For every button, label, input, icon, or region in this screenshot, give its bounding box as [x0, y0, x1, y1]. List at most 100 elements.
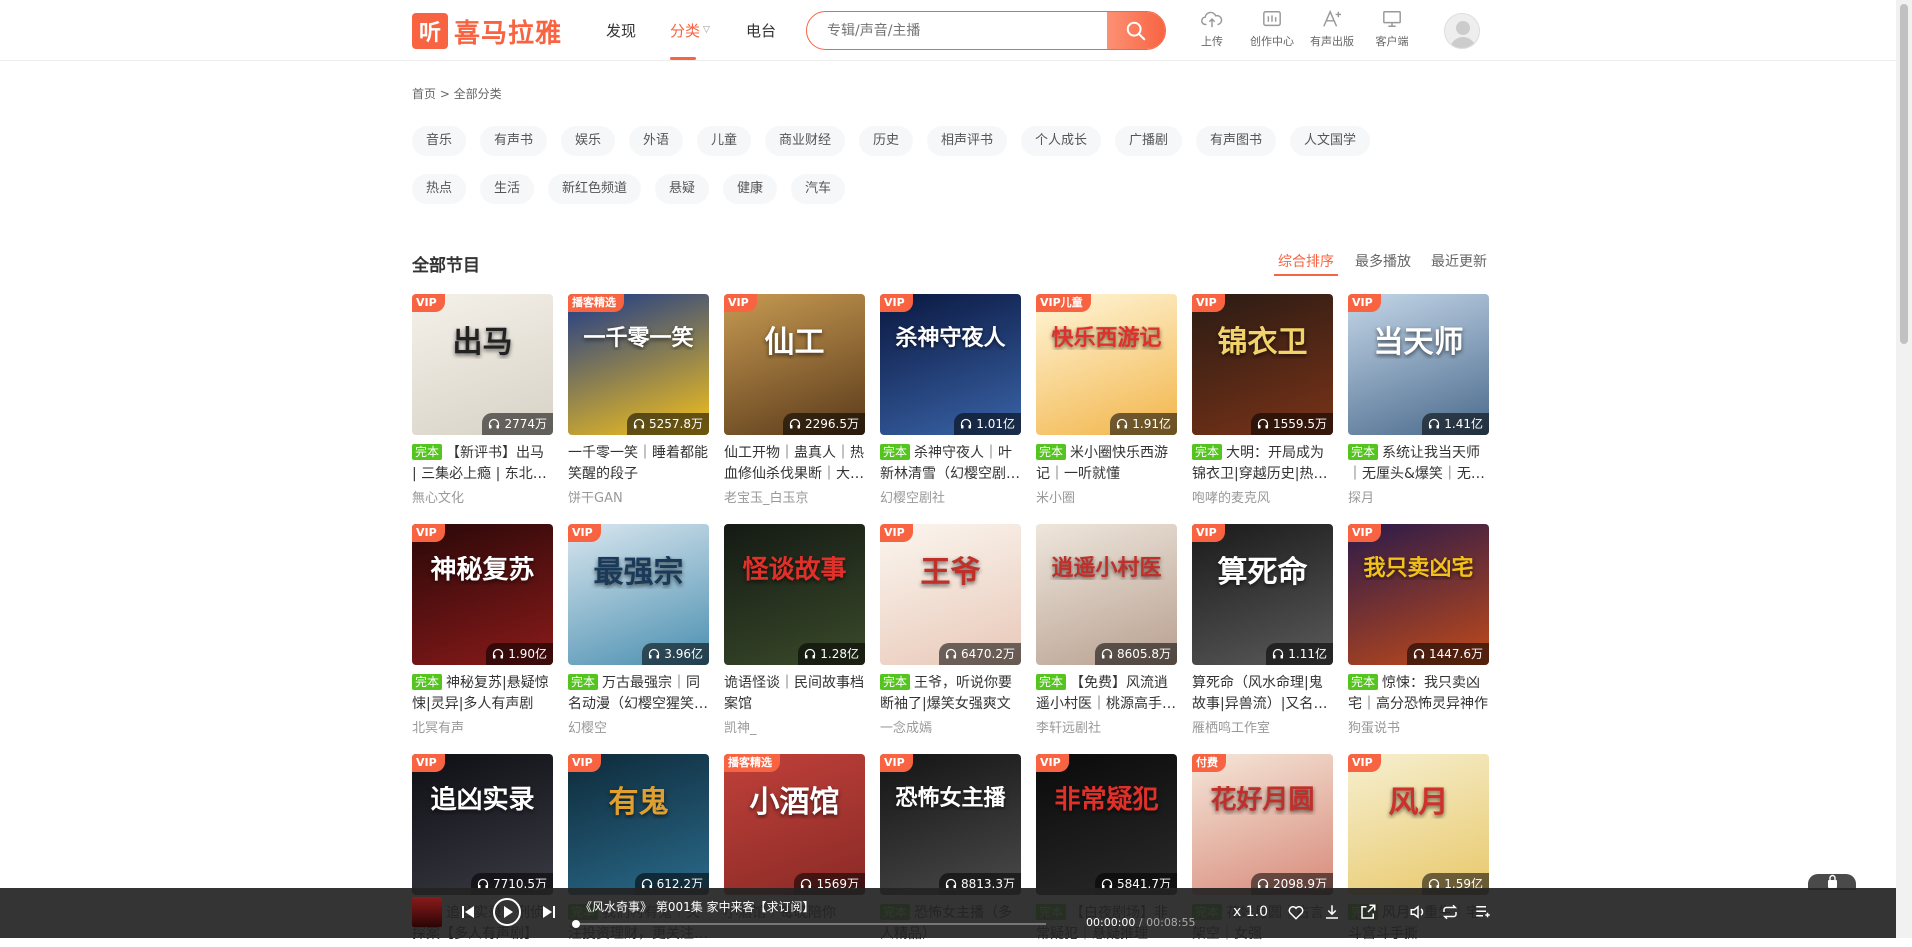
heart-icon[interactable]	[1287, 903, 1305, 921]
category-tag[interactable]: 相声评书	[927, 126, 1008, 156]
album-cover[interactable]: 我只卖凶宅 VIP 1447.6万	[1348, 524, 1489, 665]
album-cover[interactable]: 恐怖女主播 VIP 8813.3万	[880, 754, 1021, 895]
album-cover[interactable]: 怪谈故事 1.28亿	[724, 524, 865, 665]
album-author[interactable]: 北冥有声	[412, 717, 553, 736]
album-cover[interactable]: 锦衣卫 VIP 1559.5万	[1192, 294, 1333, 435]
playback-speed[interactable]: x 1.0	[1233, 904, 1268, 920]
album-card[interactable]: 杀神守夜人 VIP 1.01亿完本杀神守夜人｜叶新林清雪（幻樱空剧社） 幻樱空剧社	[880, 294, 1021, 506]
category-tag[interactable]: 汽车	[791, 174, 846, 204]
album-title[interactable]: 完本 神秘复苏|悬疑惊悚|灵异|多人有声剧	[412, 673, 553, 715]
album-cover[interactable]: 花好月圆 付费 2098.9万	[1192, 754, 1333, 895]
category-tag[interactable]: 人文国学	[1290, 126, 1371, 156]
search-input[interactable]	[807, 12, 1107, 49]
album-cover[interactable]: 快乐西游记 VIP儿童 1.91亿	[1036, 294, 1177, 435]
category-tag[interactable]: 生活	[480, 174, 535, 204]
album-author[interactable]: 幻樱空	[568, 717, 709, 736]
album-card[interactable]: 锦衣卫 VIP 1559.5万完本大明：开局成为锦衣卫|穿越历史|热血权谋咆哮的麦克…	[1192, 294, 1333, 506]
category-tag[interactable]: 儿童	[697, 126, 752, 156]
album-author[interactable]: 狗蛋说书	[1348, 717, 1489, 736]
album-title[interactable]: 完本系统让我当天师｜无厘头&爆笑｜无敌天师	[1348, 443, 1489, 485]
album-author[interactable]: 一念成嫣	[880, 717, 1021, 736]
album-title[interactable]: 一千零一笑｜睡着都能笑醒的段子	[568, 443, 709, 485]
album-author[interactable]: 凯神_	[724, 717, 865, 736]
album-card[interactable]: 仙工 VIP 2296.5万仙工开物｜蛊真人｜热血修仙杀伐果断｜大神力作老宝玉_白玉…	[724, 294, 865, 506]
site-logo[interactable]: 听 喜马拉雅	[412, 13, 562, 49]
category-tag[interactable]: 历史	[859, 126, 914, 156]
search-button[interactable]	[1107, 12, 1165, 49]
progress-bar[interactable]	[572, 920, 1046, 928]
album-card[interactable]: 最强宗 VIP 3.96亿完本万古最强宗｜同名动漫（幻樱空猩笑版） 幻樱空	[568, 524, 709, 736]
playlist-icon[interactable]	[1474, 903, 1492, 921]
album-author[interactable]: 米小圈	[1036, 487, 1177, 506]
album-cover[interactable]: 非常疑犯 VIP 5841.7万	[1036, 754, 1177, 895]
album-author[interactable]: 無心文化	[412, 487, 553, 506]
sort-most-played[interactable]: 最多播放	[1355, 251, 1411, 271]
category-tag[interactable]: 有声书	[480, 126, 548, 156]
album-card[interactable]: 算死命 VIP 1.11亿算死命（风水命理|鬼故事|异兽流）|又名：神算雁栖鸣工作室	[1192, 524, 1333, 736]
album-title[interactable]: 完本大明：开局成为锦衣卫|穿越历史|热血权谋	[1192, 443, 1333, 485]
album-cover[interactable]: 逍遥小村医 8605.8万	[1036, 524, 1177, 665]
nav-radio[interactable]: 电台	[746, 0, 776, 60]
album-title[interactable]: 完本万古最强宗｜同名动漫（幻樱空猩笑版）	[568, 673, 709, 715]
album-title[interactable]: 完本【新评书】出马 | 三集必上瘾 | 东北出马仙	[412, 443, 553, 485]
category-tag[interactable]: 热点	[412, 174, 467, 204]
album-author[interactable]: 咆哮的麦克风	[1192, 487, 1333, 506]
album-card[interactable]: 当天师 VIP 1.41亿完本系统让我当天师｜无厘头&爆笑｜无敌天师探月	[1348, 294, 1489, 506]
category-tag[interactable]: 健康	[723, 174, 778, 204]
album-author[interactable]: 探月	[1348, 487, 1489, 506]
album-cover[interactable]: 有鬼 VIP 612.2万	[568, 754, 709, 895]
album-title[interactable]: 完本 王爷，听说你要断袖了|爆笑女强爽文	[880, 673, 1021, 715]
now-playing-cover[interactable]	[412, 897, 442, 927]
album-cover[interactable]: 风月 VIP 1.59亿	[1348, 754, 1489, 895]
album-card[interactable]: 神秘复苏 VIP 1.90亿完本 神秘复苏|悬疑惊悚|灵异|多人有声剧北冥有声	[412, 524, 553, 736]
scrollbar-thumb[interactable]	[1900, 4, 1908, 344]
album-title[interactable]: 完本 惊悚：我只卖凶宅｜高分恐怖灵异神作	[1348, 673, 1489, 715]
album-title[interactable]: 诡语怪谈｜民间故事档案馆	[724, 673, 865, 715]
category-tag[interactable]: 音乐	[412, 126, 467, 156]
next-track-icon[interactable]	[542, 905, 556, 919]
album-title[interactable]: 完本杀神守夜人｜叶新林清雪（幻樱空剧社）	[880, 443, 1021, 485]
now-playing-title[interactable]: 《风水奇事》 第001集 家中来客【求订阅】	[580, 898, 815, 915]
loop-icon[interactable]	[1441, 903, 1459, 921]
album-author[interactable]: 雁栖鸣工作室	[1192, 717, 1333, 736]
category-tag[interactable]: 悬疑	[655, 174, 710, 204]
vertical-scrollbar[interactable]	[1896, 0, 1912, 938]
album-title[interactable]: 完本 米小圈快乐西游记｜一听就懂	[1036, 443, 1177, 485]
album-title[interactable]: 完本【免费】风流逍遥小村医｜桃源高手下山	[1036, 673, 1177, 715]
album-card[interactable]: 一千零一笑 播客精选 5257.8万 一千零一笑｜睡着都能笑醒的段子 饼干GAN	[568, 294, 709, 506]
sort-recently-updated[interactable]: 最近更新	[1431, 251, 1487, 271]
album-cover[interactable]: 一千零一笑 播客精选 5257.8万	[568, 294, 709, 435]
album-card[interactable]: 快乐西游记 VIP儿童 1.91亿完本 米小圈快乐西游记｜一听就懂米小圈	[1036, 294, 1177, 506]
download-icon[interactable]	[1323, 903, 1341, 921]
volume-icon[interactable]	[1409, 903, 1427, 921]
album-card[interactable]: 出马 VIP 2774万完本【新评书】出马 | 三集必上瘾 | 东北出马仙無心文化	[412, 294, 553, 506]
album-cover[interactable]: 出马 VIP 2774万	[412, 294, 553, 435]
category-tag[interactable]: 个人成长	[1021, 126, 1102, 156]
album-cover[interactable]: 当天师 VIP 1.41亿	[1348, 294, 1489, 435]
sort-comprehensive[interactable]: 综合排序	[1274, 251, 1338, 276]
share-icon[interactable]	[1359, 903, 1377, 921]
album-author[interactable]: 幻樱空剧社	[880, 487, 1021, 506]
album-cover[interactable]: 神秘复苏 VIP 1.90亿	[412, 524, 553, 665]
category-tag[interactable]: 外语	[629, 126, 684, 156]
album-cover[interactable]: 小酒馆 播客精选 1569万	[724, 754, 865, 895]
category-tag[interactable]: 商业财经	[765, 126, 846, 156]
category-tag[interactable]: 有声图书	[1196, 126, 1277, 156]
album-card[interactable]: 逍遥小村医 8605.8万完本【免费】风流逍遥小村医｜桃源高手下山李轩远剧社	[1036, 524, 1177, 736]
album-title[interactable]: 仙工开物｜蛊真人｜热血修仙杀伐果断｜大神力作	[724, 443, 865, 485]
album-cover[interactable]: 最强宗 VIP 3.96亿	[568, 524, 709, 665]
play-button[interactable]	[492, 897, 522, 927]
album-author[interactable]: 老宝玉_白玉京	[724, 487, 865, 506]
album-cover[interactable]: 仙工 VIP 2296.5万	[724, 294, 865, 435]
album-cover[interactable]: 算死命 VIP 1.11亿	[1192, 524, 1333, 665]
nav-category[interactable]: 分类 ▽	[670, 0, 710, 60]
album-cover[interactable]: 杀神守夜人 VIP 1.01亿	[880, 294, 1021, 435]
nav-discover[interactable]: 发现	[606, 0, 636, 60]
album-card[interactable]: 我只卖凶宅 VIP 1447.6万完本 惊悚：我只卖凶宅｜高分恐怖灵异神作狗蛋说书	[1348, 524, 1489, 736]
progress-handle[interactable]	[572, 920, 580, 928]
album-title[interactable]: 算死命（风水命理|鬼故事|异兽流）|又名：神算	[1192, 673, 1333, 715]
upload-button[interactable]: 上传	[1182, 9, 1242, 49]
album-card[interactable]: 王爷 VIP 6470.2万 完本 王爷，听说你要断袖了|爆笑女强爽文 一念成嫣	[880, 524, 1021, 736]
breadcrumb[interactable]: 首页 > 全部分类	[412, 85, 502, 102]
previous-track-icon[interactable]	[461, 905, 475, 919]
